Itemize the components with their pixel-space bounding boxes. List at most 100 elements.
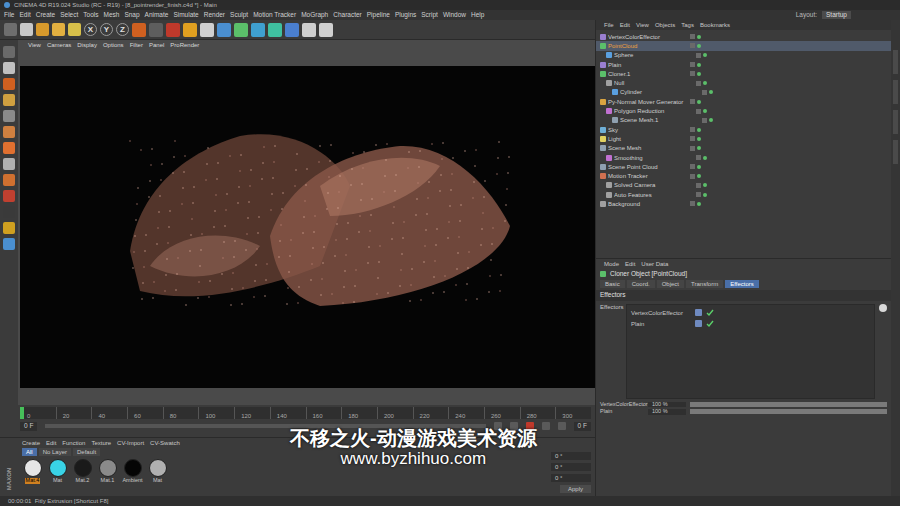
object-name[interactable]: Auto Features: [614, 192, 694, 198]
menu-item[interactable]: Select: [60, 12, 78, 19]
material-tab[interactable]: All: [22, 448, 37, 456]
viewport-menu-item[interactable]: Cameras: [47, 42, 71, 48]
material-item[interactable]: Ambient: [122, 459, 143, 484]
enabled-icon[interactable]: [697, 100, 701, 104]
enabled-icon[interactable]: [703, 109, 707, 113]
viewport-menu-item[interactable]: Filter: [130, 42, 143, 48]
tool-icon[interactable]: [3, 94, 15, 106]
object-row[interactable]: Light: [596, 134, 891, 143]
effector-row[interactable]: VertexColorEffector: [631, 309, 870, 317]
material-name[interactable]: Mat.1: [101, 478, 115, 484]
apply-button[interactable]: Apply: [560, 485, 591, 493]
menu-item[interactable]: Help: [471, 12, 484, 19]
tool-icon[interactable]: [3, 158, 15, 170]
object-name[interactable]: Motion Tracker: [608, 173, 688, 179]
object-name[interactable]: Cylinder: [620, 89, 700, 95]
object-menu-item[interactable]: Edit: [620, 22, 630, 28]
enabled-check-icon[interactable]: [706, 309, 714, 317]
layout-dropdown[interactable]: Startup: [822, 11, 851, 20]
enabled-icon[interactable]: [697, 174, 701, 178]
effector-name[interactable]: VertexColorEffector: [631, 310, 691, 316]
material-item[interactable]: Mat.1: [97, 459, 118, 484]
object-row[interactable]: Cloner.1: [596, 69, 891, 78]
object-menu-item[interactable]: Bookmarks: [700, 22, 730, 28]
menu-item[interactable]: File: [4, 12, 14, 19]
menu-item[interactable]: Character: [333, 12, 362, 19]
material-tab[interactable]: No Layer: [39, 448, 71, 456]
enabled-icon[interactable]: [703, 156, 707, 160]
object-name[interactable]: VertexColorEffector: [608, 34, 688, 40]
object-name[interactable]: Sphere: [614, 52, 694, 58]
material-menu-item[interactable]: Texture: [91, 440, 111, 446]
object-row[interactable]: Polygon Reduction: [596, 106, 891, 115]
attribute-menu-item[interactable]: Mode: [604, 261, 619, 267]
transport-icon[interactable]: [526, 422, 534, 430]
menu-item[interactable]: Snap: [124, 12, 139, 19]
coordinate-field[interactable]: 0 °: [551, 452, 591, 460]
object-row[interactable]: Cylinder: [596, 88, 891, 97]
enabled-icon[interactable]: [697, 44, 701, 48]
material-menu-item[interactable]: Create: [22, 440, 40, 446]
object-name[interactable]: Scene Mesh.1: [620, 117, 700, 123]
menu-item[interactable]: Tools: [83, 12, 98, 19]
tool-icon[interactable]: [166, 23, 180, 37]
object-name[interactable]: Solved Camera: [614, 182, 694, 188]
enabled-icon[interactable]: [703, 193, 707, 197]
menu-item[interactable]: Script: [421, 12, 438, 19]
viewport-menu-item[interactable]: ProRender: [170, 42, 199, 48]
tool-icon[interactable]: [3, 174, 15, 186]
object-row[interactable]: Scene Mesh.1: [596, 116, 891, 125]
tool-icon[interactable]: [3, 190, 15, 202]
tool-icon[interactable]: [3, 62, 15, 74]
strength-value[interactable]: 100 %: [648, 402, 686, 408]
attribute-tab[interactable]: Object: [657, 280, 684, 288]
object-menu-item[interactable]: View: [636, 22, 649, 28]
object-name[interactable]: Scene Mesh: [608, 145, 688, 151]
material-name[interactable]: Ambient: [122, 478, 142, 484]
menu-item[interactable]: Simulate: [173, 12, 198, 19]
viewport-canvas[interactable]: [20, 66, 595, 388]
menu-item[interactable]: Plugins: [395, 12, 416, 19]
object-name[interactable]: PointCloud: [608, 43, 688, 49]
visibility-icon[interactable]: [690, 71, 695, 76]
tool-icon[interactable]: [3, 126, 15, 138]
enabled-icon[interactable]: [697, 146, 701, 150]
visibility-icon[interactable]: [690, 201, 695, 206]
end-frame[interactable]: 0 F: [574, 422, 591, 431]
material-item[interactable]: Mat: [147, 459, 168, 484]
menu-item[interactable]: Mesh: [103, 12, 119, 19]
visibility-icon[interactable]: [696, 53, 701, 58]
visibility-icon[interactable]: [696, 109, 701, 114]
visibility-icon[interactable]: [690, 34, 695, 39]
strength-value[interactable]: 100 %: [648, 409, 686, 415]
tool-icon[interactable]: [251, 23, 265, 37]
object-name[interactable]: Null: [614, 80, 694, 86]
range-bar[interactable]: [45, 424, 485, 428]
material-name[interactable]: Mat.2: [76, 478, 90, 484]
enabled-icon[interactable]: [709, 118, 713, 122]
object-name[interactable]: Plain: [608, 62, 688, 68]
object-name[interactable]: Sky: [608, 127, 688, 133]
visibility-icon[interactable]: [690, 146, 695, 151]
enabled-icon[interactable]: [703, 183, 707, 187]
enabled-icon[interactable]: [703, 53, 707, 57]
material-item[interactable]: Mat.4: [22, 459, 43, 484]
effector-name[interactable]: Plain: [631, 321, 691, 327]
tool-icon[interactable]: [268, 23, 282, 37]
visibility-icon[interactable]: [690, 136, 695, 141]
tool-icon[interactable]: [20, 23, 33, 36]
attribute-tab[interactable]: Coord.: [627, 280, 655, 288]
menu-item[interactable]: MoGraph: [301, 12, 328, 19]
viewport-menu-item[interactable]: Options: [103, 42, 124, 48]
transport-icon[interactable]: [494, 422, 502, 430]
viewport-menu-item[interactable]: View: [28, 42, 41, 48]
material-menu-item[interactable]: Function: [62, 440, 85, 446]
tool-icon[interactable]: [3, 206, 15, 218]
object-name[interactable]: Cloner.1: [608, 71, 688, 77]
tool-icon[interactable]: [234, 23, 248, 37]
tool-icon[interactable]: [183, 23, 197, 37]
transport-icon[interactable]: [542, 422, 550, 430]
visibility-icon[interactable]: [696, 81, 701, 86]
add-icon[interactable]: [879, 304, 887, 312]
visibility-icon[interactable]: [696, 155, 701, 160]
